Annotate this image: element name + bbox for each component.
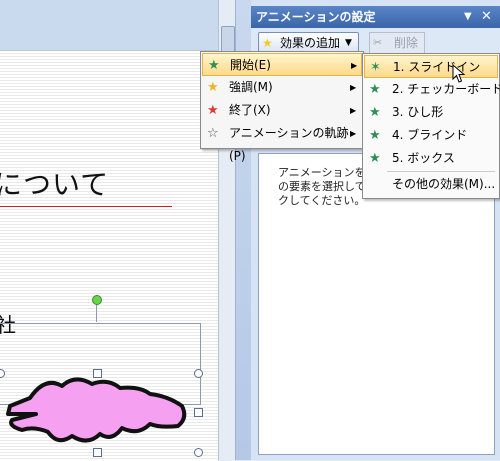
star-icon: ★ (262, 36, 273, 50)
submenu-arrow-icon: ▶ (350, 83, 357, 92)
submenu-arrow-icon: ▶ (350, 106, 357, 115)
red-underline (0, 206, 172, 207)
menu-item-label: 開始(E) (230, 58, 271, 72)
add-effect-menu: ★ 開始(E) ▶ ★ 強調(M) ▶ ★ 終了(X) ▶ ☆ アニメーションの… (200, 51, 364, 163)
effect-blinds[interactable]: ★ 4. ブラインド (364, 124, 498, 147)
effect-box[interactable]: ★ 5. ボックス (364, 147, 498, 170)
effect-slide-in[interactable]: ✶ 1. スライドイン (364, 55, 498, 78)
effect-label: 5. ボックス (392, 151, 455, 165)
menu-item-motion-path[interactable]: ☆ アニメーションの軌跡(P) ▶ (202, 122, 362, 163)
red-star-icon: ★ (207, 103, 219, 118)
menu-item-exit[interactable]: ★ 終了(X) ▶ (202, 99, 362, 122)
effect-label: 3. ひし形 (392, 105, 444, 119)
menu-item-emphasis[interactable]: ★ 強調(M) ▶ (202, 76, 362, 99)
delete-label: 削除 (394, 36, 419, 50)
more-effects-item[interactable]: その他の効果(M)... (364, 173, 498, 196)
slide-in-icon: ✶ (370, 60, 381, 75)
yellow-star-icon: ★ (207, 80, 219, 95)
effect-label: 1. スライドイン (393, 60, 481, 74)
effect-label: その他の効果(M)... (392, 177, 496, 191)
menu-item-label: 終了(X) (229, 103, 271, 117)
rotation-handle[interactable] (92, 295, 102, 305)
box-icon: ★ (369, 151, 381, 166)
resize-handle-top[interactable] (93, 369, 102, 378)
pane-close-icon[interactable]: ✕ (481, 6, 492, 28)
scrollbar-thumb[interactable] (221, 26, 235, 54)
entrance-effects-submenu: ✶ 1. スライドイン ★ 2. チェッカーボード ★ 3. ひし形 ★ 4. … (362, 53, 500, 199)
menu-item-label: 強調(M) (229, 80, 273, 94)
add-effect-label: 効果の追加 (280, 36, 341, 50)
submenu-arrow-icon: ▶ (351, 61, 358, 70)
submenu-arrow-icon: ▶ (350, 129, 357, 138)
effect-label: 2. チェッカーボード (392, 82, 500, 96)
outline-star-icon: ☆ (207, 126, 219, 141)
diamond-icon: ★ (369, 105, 381, 120)
effect-checkerboard[interactable]: ★ 2. チェッカーボード (364, 78, 500, 101)
blinds-icon: ★ (369, 128, 381, 143)
delete-button[interactable]: ✂ 削除 (369, 32, 425, 54)
slide-title-text[interactable]: について (0, 163, 109, 203)
effect-label: 4. ブラインド (392, 128, 468, 142)
crocodile-shape[interactable] (0, 368, 195, 453)
effect-diamond[interactable]: ★ 3. ひし形 (364, 101, 498, 124)
resize-handle-top-right[interactable] (194, 369, 203, 378)
mouse-cursor-icon (452, 64, 466, 83)
menu-item-entrance[interactable]: ★ 開始(E) ▶ (202, 53, 362, 76)
rotation-connector (96, 304, 97, 322)
pane-header: アニメーションの設定 ▼ ✕ (251, 6, 500, 28)
pane-menu-dropdown-icon[interactable]: ▼ (464, 6, 472, 28)
menu-separator (387, 171, 495, 172)
resize-handle-right[interactable] (194, 408, 203, 417)
delete-icon: ✂ (373, 36, 383, 49)
green-star-icon: ★ (208, 58, 220, 73)
pane-title: アニメーションの設定 (256, 10, 376, 24)
checkerboard-icon: ★ (369, 82, 381, 97)
resize-handle-bottom-right[interactable] (194, 448, 203, 457)
menu-item-label: アニメーションの軌跡(P) (229, 126, 349, 163)
resize-handle-bottom[interactable] (93, 448, 102, 457)
chevron-down-icon: ▼ (345, 38, 352, 48)
